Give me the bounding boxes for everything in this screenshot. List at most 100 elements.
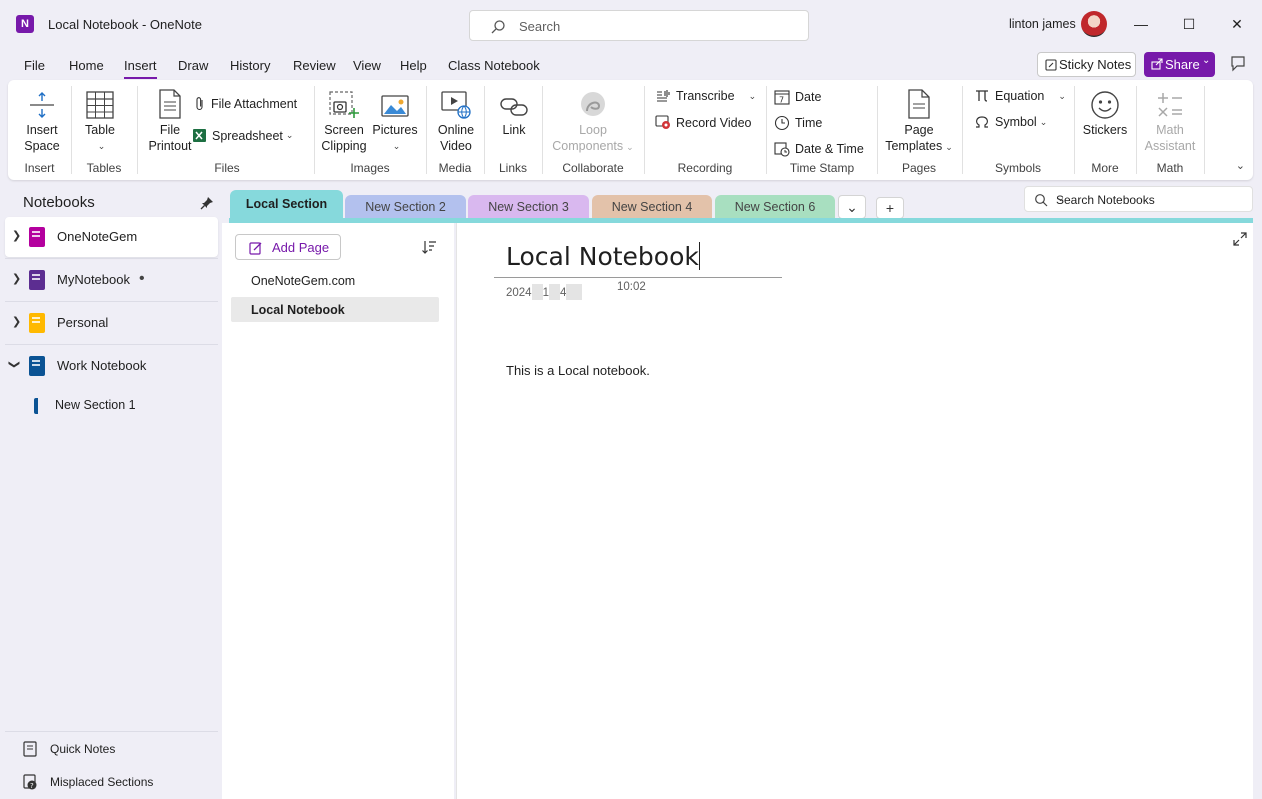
feedback-icon[interactable] bbox=[1229, 55, 1247, 73]
page-item-local-notebook[interactable]: Local Notebook bbox=[231, 297, 439, 322]
notebook-label: MyNotebook bbox=[57, 272, 130, 287]
section-label: New Section 1 bbox=[55, 398, 136, 412]
ribbon: Insert Space Insert Table ⌄ Tables File … bbox=[8, 80, 1253, 180]
unsynced-indicator: • bbox=[139, 270, 145, 287]
ribbon-collapse-chevron-icon[interactable]: ⌄ bbox=[1236, 159, 1245, 172]
section-item-new-section-1[interactable]: New Section 1 bbox=[5, 396, 218, 416]
notebook-pane: Notebooks ❯ OneNoteGem ❯ MyNotebook • ❯ … bbox=[0, 184, 222, 799]
chevron-right-icon[interactable]: ❯ bbox=[12, 315, 21, 328]
menu-help[interactable]: Help bbox=[400, 58, 427, 73]
group-label-tables: Tables bbox=[86, 161, 122, 175]
notebook-icon bbox=[29, 313, 45, 333]
search-placeholder: Search bbox=[519, 19, 561, 34]
share-label: Share bbox=[1165, 57, 1200, 72]
add-page-label: Add Page bbox=[272, 240, 330, 255]
group-label-collaborate: Collaborate bbox=[562, 161, 624, 175]
chevron-right-icon[interactable]: ❯ bbox=[12, 272, 21, 285]
title-underline bbox=[494, 277, 782, 278]
page-title-text: Local Notebook bbox=[506, 242, 699, 271]
redacted-block bbox=[566, 284, 583, 300]
menu-review[interactable]: Review bbox=[293, 58, 336, 73]
group-label-images: Images bbox=[350, 161, 390, 175]
chevron-down-icon: ⌄ bbox=[1202, 55, 1211, 66]
search-notebooks-input[interactable]: Search Notebooks ⌄ bbox=[1024, 186, 1253, 212]
page-item-label: OneNoteGem.com bbox=[251, 274, 356, 288]
notebook-icon bbox=[29, 356, 45, 376]
user-name[interactable]: linton james bbox=[1009, 17, 1076, 31]
notebooks-title: Notebooks bbox=[23, 194, 95, 211]
misplaced-sections-label: Misplaced Sections bbox=[50, 775, 154, 789]
notebook-item-onenotegem[interactable]: ❯ OneNoteGem bbox=[5, 217, 218, 257]
sticky-note-icon bbox=[1045, 59, 1057, 71]
misplaced-sections-item[interactable]: ? Misplaced Sections bbox=[22, 774, 153, 790]
notebook-item-work-notebook[interactable]: ❯ Work Notebook bbox=[5, 346, 218, 386]
menu-insert[interactable]: Insert bbox=[124, 58, 157, 79]
search-icon bbox=[1035, 194, 1048, 207]
page-item-label: Local Notebook bbox=[251, 303, 345, 317]
group-label-recording: Recording bbox=[677, 161, 733, 175]
group-label-symbols: Symbols bbox=[994, 161, 1041, 175]
page-item-onenotegem-com[interactable]: OneNoteGem.com bbox=[231, 268, 439, 293]
group-label-media: Media bbox=[438, 161, 472, 175]
chevron-down-icon[interactable]: ❯ bbox=[8, 360, 21, 369]
notebook-icon bbox=[29, 227, 45, 247]
menu-file[interactable]: File bbox=[24, 58, 45, 73]
quick-notes-item[interactable]: Quick Notes bbox=[22, 741, 115, 757]
search-icon bbox=[491, 20, 505, 34]
add-section-plus-icon[interactable]: + bbox=[876, 197, 904, 219]
date-year: 2024 bbox=[506, 287, 532, 299]
notebook-label: Work Notebook bbox=[57, 358, 147, 373]
notebook-label: Personal bbox=[57, 315, 109, 330]
page-title[interactable]: Local Notebook bbox=[506, 242, 700, 271]
menu-history[interactable]: History bbox=[230, 58, 270, 73]
chevron-down-icon[interactable]: ⌄ bbox=[1056, 191, 1245, 204]
menu-draw[interactable]: Draw bbox=[178, 58, 208, 73]
menu-view[interactable]: View bbox=[353, 58, 381, 73]
chevron-right-icon[interactable]: ❯ bbox=[12, 229, 21, 242]
group-label-files: Files bbox=[214, 161, 240, 175]
title-bar: N Local Notebook - OneNote Search linton… bbox=[0, 0, 1262, 50]
expand-icon[interactable] bbox=[1233, 232, 1247, 246]
page-list: Add Page OneNoteGem.com Local Notebook bbox=[222, 223, 454, 799]
minimize-button[interactable]: — bbox=[1129, 12, 1153, 36]
redacted-block bbox=[531, 284, 543, 300]
sticky-notes-label: Sticky Notes bbox=[1059, 57, 1132, 72]
more-sections-chevron-icon[interactable]: ⌄ bbox=[838, 195, 866, 219]
page-time: 10:02 bbox=[617, 281, 646, 293]
group-label-more: More bbox=[1091, 161, 1119, 175]
add-page-button[interactable]: Add Page bbox=[235, 234, 341, 260]
page-date: 2024 1 4 bbox=[506, 284, 583, 300]
page-body-text[interactable]: This is a Local notebook. bbox=[506, 363, 650, 378]
share-icon bbox=[1151, 58, 1163, 70]
notebook-label: OneNoteGem bbox=[57, 229, 138, 244]
sticky-notes-button[interactable]: Sticky Notes bbox=[1037, 52, 1136, 77]
notebook-item-personal[interactable]: ❯ Personal bbox=[5, 303, 218, 343]
quick-notes-icon bbox=[23, 741, 37, 757]
group-label-time-stamp: Time Stamp bbox=[789, 161, 855, 175]
notebook-icon bbox=[29, 270, 45, 290]
sort-icon[interactable] bbox=[421, 239, 437, 255]
onenote-logo-icon: N bbox=[16, 15, 34, 33]
window-title: Local Notebook - OneNote bbox=[48, 17, 202, 32]
close-button[interactable]: ✕ bbox=[1225, 12, 1249, 36]
misplaced-sections-icon: ? bbox=[23, 774, 37, 790]
page-canvas[interactable]: Local Notebook 2024 1 4 10:02 This is a Lo… bbox=[456, 223, 1253, 799]
search-input[interactable]: Search bbox=[469, 10, 809, 41]
menu-class-notebook[interactable]: Class Notebook bbox=[448, 58, 540, 73]
menu-home[interactable]: Home bbox=[69, 58, 104, 73]
pin-icon[interactable] bbox=[200, 196, 214, 210]
section-color-tab bbox=[34, 398, 38, 414]
group-label-links: Links bbox=[498, 161, 527, 175]
group-label-math: Math bbox=[1156, 161, 1184, 175]
redacted-block bbox=[549, 284, 560, 300]
add-page-icon bbox=[249, 242, 262, 255]
maximize-button[interactable]: ☐ bbox=[1177, 12, 1201, 36]
share-button[interactable]: Share ⌄ bbox=[1144, 52, 1215, 77]
notebook-item-mynotebook[interactable]: ❯ MyNotebook • bbox=[5, 260, 218, 300]
text-cursor bbox=[698, 242, 700, 270]
group-label-insert: Insert bbox=[24, 161, 55, 175]
svg-text:?: ? bbox=[30, 782, 34, 790]
quick-notes-label: Quick Notes bbox=[50, 742, 116, 756]
avatar[interactable] bbox=[1081, 11, 1107, 37]
group-label-pages: Pages bbox=[901, 161, 937, 175]
